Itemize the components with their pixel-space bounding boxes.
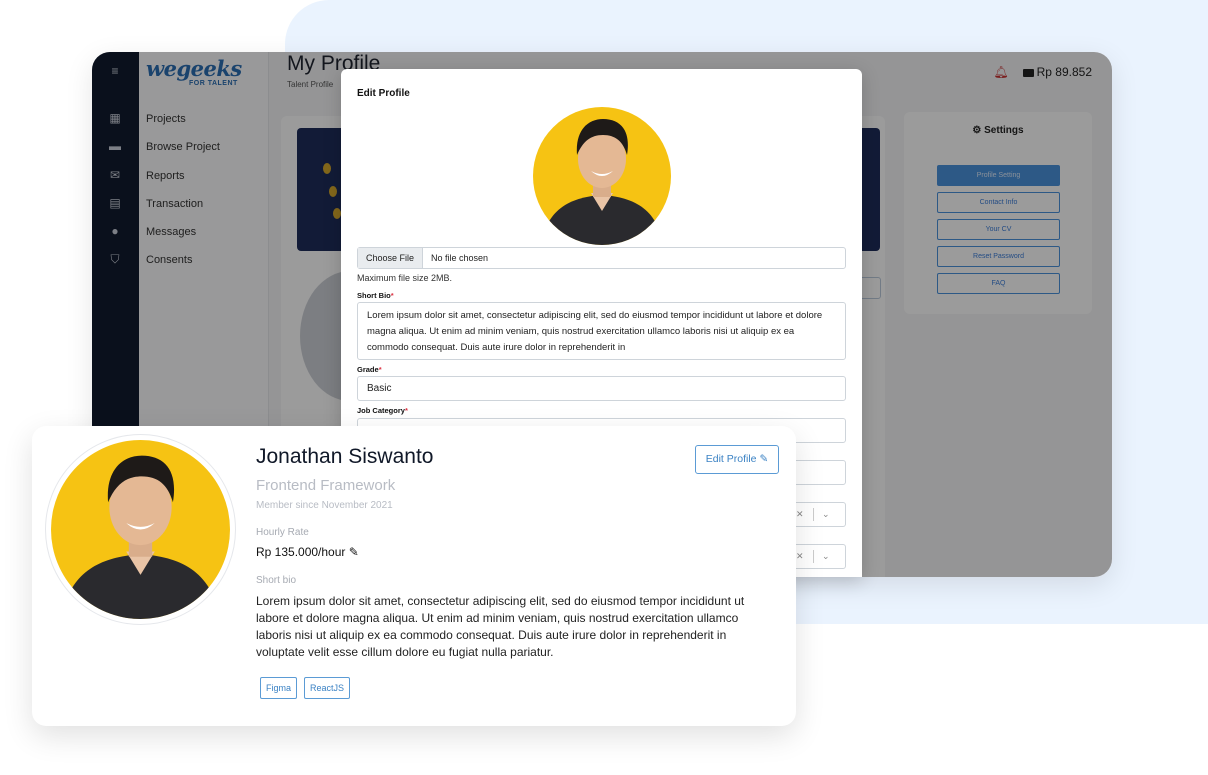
short-bio-textarea[interactable]: Lorem ipsum dolor sit amet, consectetur … <box>357 302 846 360</box>
grade-label-text: Grade <box>357 365 379 374</box>
grade-label: Grade* <box>357 365 382 374</box>
avatar <box>51 440 230 619</box>
required-mark: * <box>404 406 408 415</box>
skill-tags: Figma ReactJS <box>260 677 351 699</box>
edit-profile-label: Edit Profile <box>705 453 757 465</box>
person-illustration <box>61 455 220 619</box>
file-input[interactable]: Choose File No file chosen <box>357 247 846 269</box>
profile-role: Frontend Framework <box>256 477 396 494</box>
stage: ≡ ▦ ▬ ✉ ▤ ● ⛉ wegeeks FOR TALENT Project… <box>0 0 1208 775</box>
pencil-icon[interactable]: ✎ <box>349 545 359 559</box>
hourly-rate-value: Rp 135.000/hour <box>256 545 346 559</box>
avatar-ring <box>45 434 236 625</box>
profile-name: Jonathan Siswanto <box>256 445 434 468</box>
required-mark: * <box>390 291 394 300</box>
tag-reactjs[interactable]: ReactJS <box>304 677 351 699</box>
person-illustration <box>541 119 663 245</box>
short-bio-label: Short bio <box>256 575 297 586</box>
modal-title: Edit Profile <box>357 88 410 99</box>
chevron-down-icon[interactable]: ⌄ <box>822 545 830 568</box>
job-category-label: Job Category* <box>357 406 408 415</box>
hourly-rate-label: Hourly Rate <box>256 527 309 538</box>
tag-figma[interactable]: Figma <box>260 677 298 699</box>
clear-icon[interactable]: ✕ <box>796 503 804 526</box>
hourly-rate: Rp 135.000/hour ✎ <box>256 545 359 559</box>
choose-file-button[interactable]: Choose File <box>358 248 424 268</box>
grade-input[interactable]: Basic <box>357 376 846 401</box>
profile-summary-card: Jonathan Siswanto Frontend Framework Mem… <box>32 426 796 726</box>
select-divider <box>813 508 814 521</box>
chevron-down-icon[interactable]: ⌄ <box>822 503 830 526</box>
select-divider <box>813 550 814 563</box>
short-bio-label-text: Short Bio <box>357 291 391 300</box>
edit-profile-button[interactable]: Edit Profile ✎ <box>695 445 779 474</box>
clear-icon[interactable]: ✕ <box>796 545 804 568</box>
required-mark: * <box>378 365 382 374</box>
short-bio-text: Lorem ipsum dolor sit amet, consectetur … <box>256 594 745 659</box>
short-bio-label: Short Bio* <box>357 291 394 300</box>
profile-photo <box>533 107 671 245</box>
member-since: Member since November 2021 <box>256 500 393 511</box>
file-size-hint: Maximum file size 2MB. <box>357 273 453 283</box>
file-status: No file chosen <box>431 253 489 263</box>
job-category-label-text: Job Category <box>357 406 405 415</box>
pencil-icon: ✎ <box>759 453 769 465</box>
